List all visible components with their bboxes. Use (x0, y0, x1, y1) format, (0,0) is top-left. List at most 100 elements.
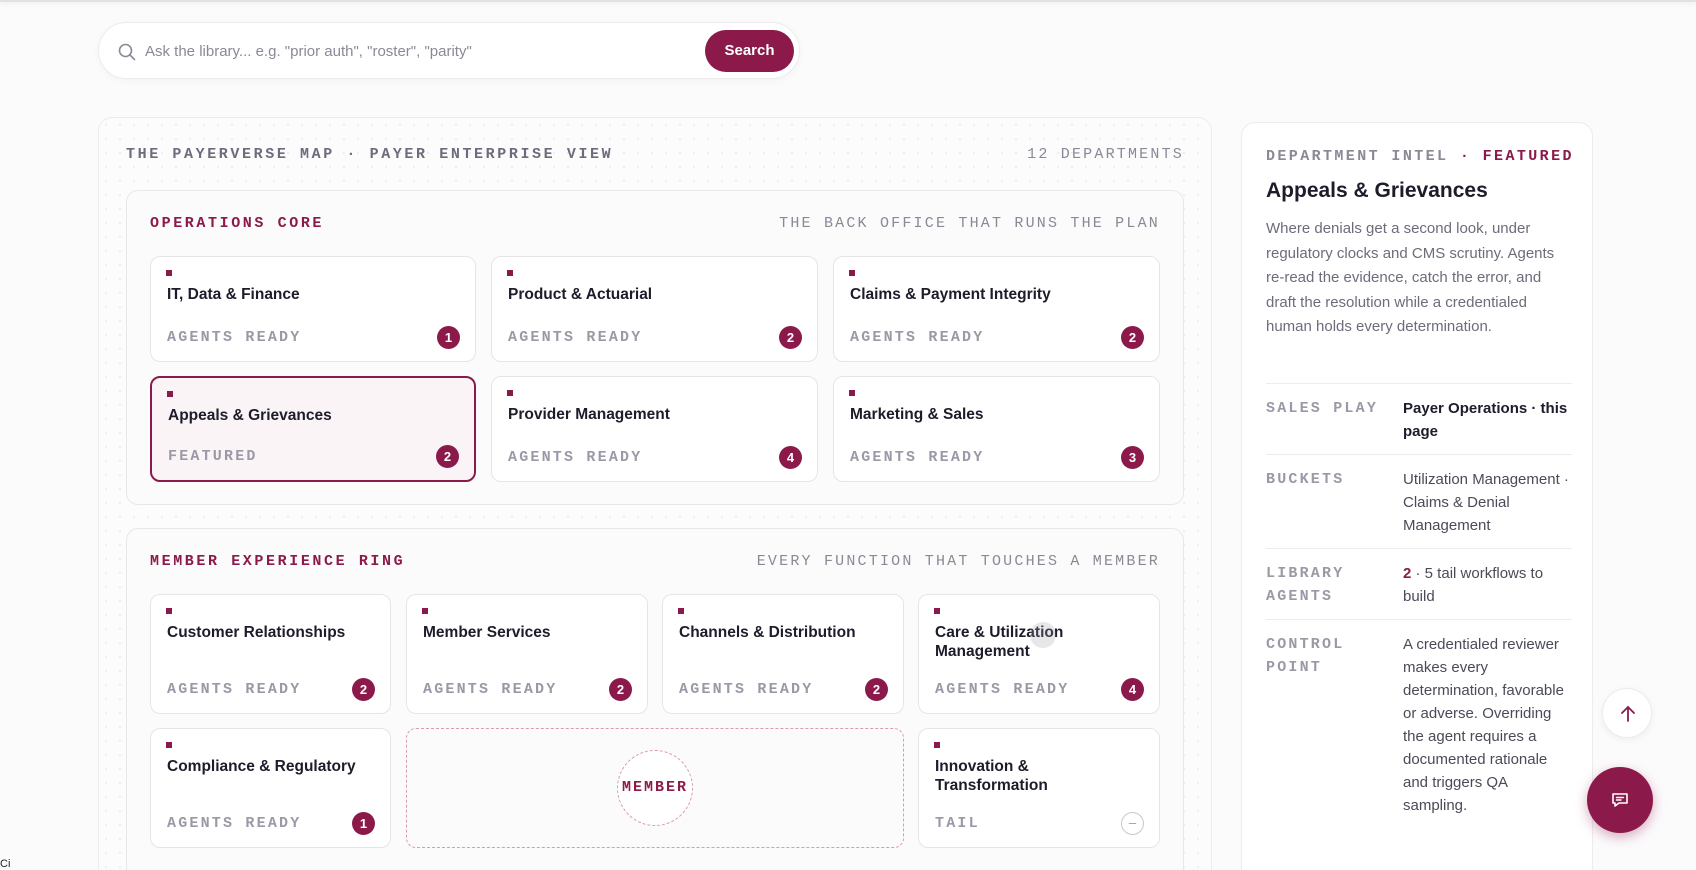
dept-name: Innovation & Transformation (935, 758, 1048, 794)
chat-button[interactable] (1587, 767, 1653, 833)
section-subtitle: EVERY FUNCTION THAT TOUCHES A MEMBER (756, 553, 1160, 570)
dept-status: AGENTS READY (850, 329, 985, 346)
agent-count-badge: 2 (1121, 326, 1144, 349)
dept-status: AGENTS READY (167, 329, 302, 346)
section-operations-core: OPERATIONS CORE THE BACK OFFICE THAT RUN… (126, 190, 1184, 505)
dept-card-it-data-finance[interactable]: IT, Data & Finance AGENTS READY 1 (150, 256, 476, 362)
agent-count-badge: 4 (1121, 678, 1144, 701)
dept-marker (166, 608, 172, 614)
dept-status: AGENTS READY (423, 681, 558, 698)
search-icon (118, 43, 136, 61)
dept-status: AGENTS READY (935, 681, 1070, 698)
agent-count-badge: 2 (436, 445, 459, 468)
intel-row-key: LIBRARY AGENTS (1266, 565, 1345, 605)
agent-count-badge: 4 (779, 446, 802, 469)
agent-count-badge: 1 (437, 326, 460, 349)
intel-row-sales-play: SALES PLAY Payer Operations · this page (1266, 383, 1572, 454)
dept-name: Marketing & Sales (850, 406, 984, 423)
dept-status: AGENTS READY (679, 681, 814, 698)
top-shadow (0, 0, 1696, 2)
chat-icon (1612, 793, 1628, 807)
intel-row-library-agents: LIBRARY AGENTS 2 · 5 tail workflows to b… (1266, 548, 1572, 619)
dept-status: TAIL (935, 815, 980, 832)
dept-status: AGENTS READY (167, 681, 302, 698)
dept-name: Claims & Payment Integrity (850, 286, 1051, 303)
dept-status: AGENTS READY (167, 815, 302, 832)
intel-row-buckets: BUCKETS Utilization Management · Claims … (1266, 454, 1572, 548)
search-input[interactable] (145, 37, 685, 65)
section-title: MEMBER EXPERIENCE RING (150, 553, 406, 570)
dept-marker (507, 390, 513, 396)
dept-status: FEATURED (168, 448, 258, 465)
dept-card-claims-payment-integrity[interactable]: Claims & Payment Integrity AGENTS READY … (833, 256, 1160, 362)
intel-row-key: CONTROL POINT (1266, 636, 1345, 676)
library-agent-detail: · 5 tail workflows to build (1403, 565, 1544, 605)
dept-name: Compliance & Regulatory (167, 758, 356, 775)
dept-marker (849, 270, 855, 276)
intel-eyebrow-label: DEPARTMENT INTEL (1266, 148, 1449, 165)
dept-marker (166, 270, 172, 276)
dept-name: IT, Data & Finance (167, 286, 300, 303)
agent-count-badge: 3 (1121, 446, 1144, 469)
dept-marker (934, 608, 940, 614)
dept-card-marketing-sales[interactable]: Marketing & Sales AGENTS READY 3 (833, 376, 1160, 482)
dept-card-appeals-grievances[interactable]: Appeals & Grievances FEATURED 2 (150, 376, 476, 482)
dept-card-member-services[interactable]: Member Services AGENTS READY 2 (406, 594, 648, 714)
intel-row-value: Payer Operations · this page (1403, 400, 1568, 440)
dept-name: Channels & Distribution (679, 624, 856, 641)
dept-name: Product & Actuarial (508, 286, 653, 303)
dept-marker (422, 608, 428, 614)
section-member-experience-ring: MEMBER EXPERIENCE RING EVERY FUNCTION TH… (126, 528, 1184, 870)
section-subtitle: THE BACK OFFICE THAT RUNS THE PLAN (779, 215, 1160, 232)
intel-row-value: Utilization Management · Claims & Denial… (1403, 471, 1569, 534)
agent-count-badge: 1 (352, 812, 375, 835)
dept-card-compliance-regulatory[interactable]: Compliance & Regulatory AGENTS READY 1 (150, 728, 391, 848)
dept-status: AGENTS READY (850, 449, 985, 466)
member-center-zone: MEMBER (406, 728, 904, 848)
intel-eyebrow-separator: · (1448, 148, 1483, 165)
library-search-bar: Search (98, 22, 800, 79)
intel-row-key: SALES PLAY (1266, 400, 1379, 417)
agent-count-badge: 2 (352, 678, 375, 701)
dept-name: Provider Management (508, 406, 670, 423)
intel-description: Where denials get a second look, under r… (1266, 220, 1555, 335)
dept-name: Appeals & Grievances (168, 407, 332, 424)
dept-card-provider-management[interactable]: Provider Management AGENTS READY 4 (491, 376, 818, 482)
mouse-cursor-highlight (1030, 622, 1056, 648)
edge-text: Ci (0, 858, 11, 870)
dept-status: AGENTS READY (508, 329, 643, 346)
intel-row-value: A credentialed reviewer makes every dete… (1403, 636, 1564, 814)
scroll-to-top-button[interactable] (1602, 688, 1652, 738)
department-count: 12 DEPARTMENTS (1027, 146, 1184, 163)
dept-status: AGENTS READY (508, 449, 643, 466)
intel-title: Appeals & Grievances (1266, 179, 1488, 202)
section-title: OPERATIONS CORE (150, 215, 325, 232)
map-title: THE PAYERVERSE MAP · PAYER ENTERPRISE VI… (126, 146, 614, 163)
arrow-up-icon (1621, 706, 1635, 722)
member-center-label: MEMBER (617, 750, 693, 826)
dept-marker (167, 391, 173, 397)
dept-marker (166, 742, 172, 748)
dept-card-channels-distribution[interactable]: Channels & Distribution AGENTS READY 2 (662, 594, 904, 714)
dept-marker (678, 608, 684, 614)
dept-card-product-actuarial[interactable]: Product & Actuarial AGENTS READY 2 (491, 256, 818, 362)
intel-row-value: 2 · 5 tail workflows to build (1403, 562, 1571, 608)
agent-count-badge: 2 (609, 678, 632, 701)
agent-count-badge: 2 (865, 678, 888, 701)
intel-row-control-point: CONTROL POINT A credentialed reviewer ma… (1266, 619, 1572, 869)
dept-card-innovation-transformation[interactable]: Innovation & Transformation TAIL – (918, 728, 1160, 848)
agent-count-badge: 2 (779, 326, 802, 349)
dept-marker (934, 742, 940, 748)
dept-marker (849, 390, 855, 396)
dept-card-customer-relationships[interactable]: Customer Relationships AGENTS READY 2 (150, 594, 391, 714)
tail-badge: – (1121, 812, 1144, 835)
dept-card-care-utilization-management[interactable]: Care & Utilization Management AGENTS REA… (918, 594, 1160, 714)
intel-eyebrow: DEPARTMENT INTEL · FEATURED (1266, 148, 1574, 165)
featured-label: FEATURED (1482, 148, 1574, 165)
dept-marker (507, 270, 513, 276)
dept-name: Member Services (423, 624, 551, 641)
payerverse-map: THE PAYERVERSE MAP · PAYER ENTERPRISE VI… (98, 117, 1212, 870)
dept-name: Customer Relationships (167, 624, 346, 641)
search-button[interactable]: Search (705, 30, 794, 72)
intel-row-key: BUCKETS (1266, 471, 1345, 488)
